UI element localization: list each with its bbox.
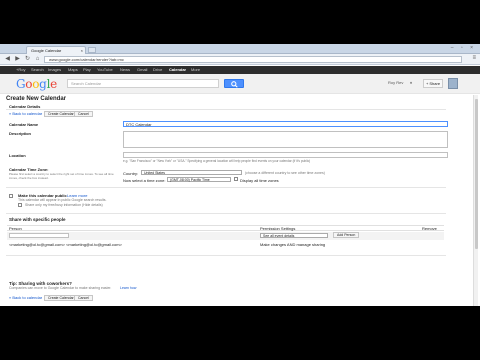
logo-letter: g	[39, 77, 47, 91]
calendar-header: Google Search Calendar Roy Rev ♦ + Share	[0, 74, 480, 94]
new-tab-button[interactable]	[88, 47, 96, 53]
home-icon[interactable]: ⌂	[33, 55, 42, 64]
location-hint: e.g. "San Francisco" or "New York" or "U…	[123, 159, 311, 163]
country-label: Country:	[123, 171, 139, 176]
time-zone-select[interactable]: (GMT-08:00) Pacific Time	[167, 177, 231, 182]
browser-tab-title: Google Calendar	[31, 48, 62, 53]
user-name[interactable]: Roy Rev	[388, 80, 403, 85]
bottom-cancel-button[interactable]: Cancel	[74, 295, 93, 301]
add-person-button[interactable]: Add Person	[333, 232, 360, 238]
description-label: Description	[9, 131, 32, 136]
google-logo[interactable]: Google	[16, 77, 57, 91]
display-all-time-zones-label: Display all time zones	[240, 178, 279, 183]
share-heading: Share with specific people	[9, 217, 66, 222]
search-input[interactable]: Search Calendar	[67, 79, 219, 88]
divider	[6, 255, 446, 256]
column-person: Person	[9, 226, 22, 231]
browser-toolbar: ◀ ▶ ↻ ⌂ www.google.com/calendar/render?t…	[0, 54, 480, 65]
country-select[interactable]: United States	[141, 170, 242, 175]
gbar-item-maps[interactable]: Maps	[68, 66, 78, 74]
back-arrow-icon[interactable]: ◀	[3, 55, 12, 64]
bottom-back-to-calendar-link[interactable]: « Back to calendar	[9, 295, 42, 300]
description-field[interactable]	[123, 131, 448, 148]
add-person-row	[7, 232, 444, 240]
google-bar: +Roy Search Images Maps Play YouTube New…	[0, 66, 480, 74]
share-button[interactable]: + Share	[423, 79, 443, 88]
tip-heading: Tip: Sharing with coworkers?	[9, 281, 72, 286]
location-label: Location	[9, 153, 26, 158]
tab-strip: Google Calendar × – ▫ ×	[0, 44, 480, 54]
shared-person-permission[interactable]: Make changes AND manage sharing	[260, 242, 325, 247]
permission-select[interactable]: See all event details	[260, 233, 328, 238]
logo-letter: G	[16, 77, 26, 91]
cancel-button[interactable]: Cancel	[74, 111, 93, 117]
shared-person-email: <marketing@ol.tc@gmail.com> <marketing@o…	[9, 242, 122, 247]
divider	[6, 109, 446, 110]
gbar-item-search[interactable]: Search	[31, 66, 44, 74]
main-content: Create New Calendar Calendar Details « B…	[0, 95, 480, 306]
calendar-name-field[interactable]: DTC Calendar	[123, 121, 448, 127]
page-title: Create New Calendar	[6, 96, 67, 102]
scrollbar-thumb[interactable]	[475, 99, 478, 249]
search-button[interactable]	[224, 79, 244, 88]
scrollbar[interactable]	[473, 95, 478, 306]
display-all-time-zones-checkbox[interactable]	[234, 177, 238, 181]
wrench-menu-icon[interactable]: ≡	[472, 55, 476, 61]
time-zone-help: Please first select a country to select …	[9, 172, 114, 180]
gbar-item-images[interactable]: Images	[48, 66, 61, 74]
share-table-header	[7, 225, 444, 231]
gbar-item-drive[interactable]: Drive	[153, 66, 162, 74]
close-tab-icon[interactable]: ×	[81, 47, 83, 54]
tip-learn-how-link[interactable]: Learn how	[120, 286, 136, 291]
divider	[6, 213, 446, 214]
gbar-item-more[interactable]: More	[191, 66, 200, 74]
divider	[6, 187, 446, 188]
make-public-checkbox[interactable]	[9, 194, 13, 198]
gbar-item-calendar[interactable]: Calendar	[169, 66, 186, 74]
logo-letter: e	[50, 77, 57, 91]
back-to-calendar-link[interactable]: « Back to calendar	[9, 111, 42, 116]
column-permission: Permission Settings	[260, 226, 296, 231]
bottom-create-calendar-button[interactable]: Create Calendar	[44, 295, 78, 301]
gbar-item-gmail[interactable]: Gmail	[137, 66, 147, 74]
notifications-bell-icon[interactable]: ♦	[410, 80, 412, 85]
gbar-item-roy[interactable]: +Roy	[16, 66, 25, 74]
tz-label: Now select a time zone:	[123, 178, 166, 183]
add-person-email-input[interactable]	[9, 233, 69, 238]
address-bar[interactable]: www.google.com/calendar/render?tab=mc	[44, 56, 462, 63]
calendar-name-label: Calendar Name	[9, 122, 39, 127]
gbar-item-youtube[interactable]: YouTube	[97, 66, 113, 74]
create-calendar-button[interactable]: Create Calendar	[44, 111, 78, 117]
column-remove: Remove	[422, 226, 437, 231]
window-controls[interactable]: – ▫ ×	[451, 45, 476, 51]
gbar-item-news[interactable]: News	[120, 66, 130, 74]
free-busy-checkbox[interactable]	[18, 203, 22, 207]
country-hint: (choose a different country to see other…	[245, 171, 325, 175]
search-icon	[231, 81, 238, 88]
reload-icon[interactable]: ↻	[23, 55, 32, 64]
avatar[interactable]	[448, 78, 458, 89]
gbar-item-play[interactable]: Play	[83, 66, 91, 74]
location-field[interactable]	[123, 152, 448, 158]
browser-tab[interactable]: Google Calendar ×	[26, 46, 86, 54]
forward-arrow-icon[interactable]: ▶	[13, 55, 22, 64]
browser-window: Google Calendar × – ▫ × ◀ ▶ ↻ ⌂ www.goog…	[0, 44, 480, 306]
free-busy-label: Share only my free/busy information (Hid…	[25, 203, 103, 207]
